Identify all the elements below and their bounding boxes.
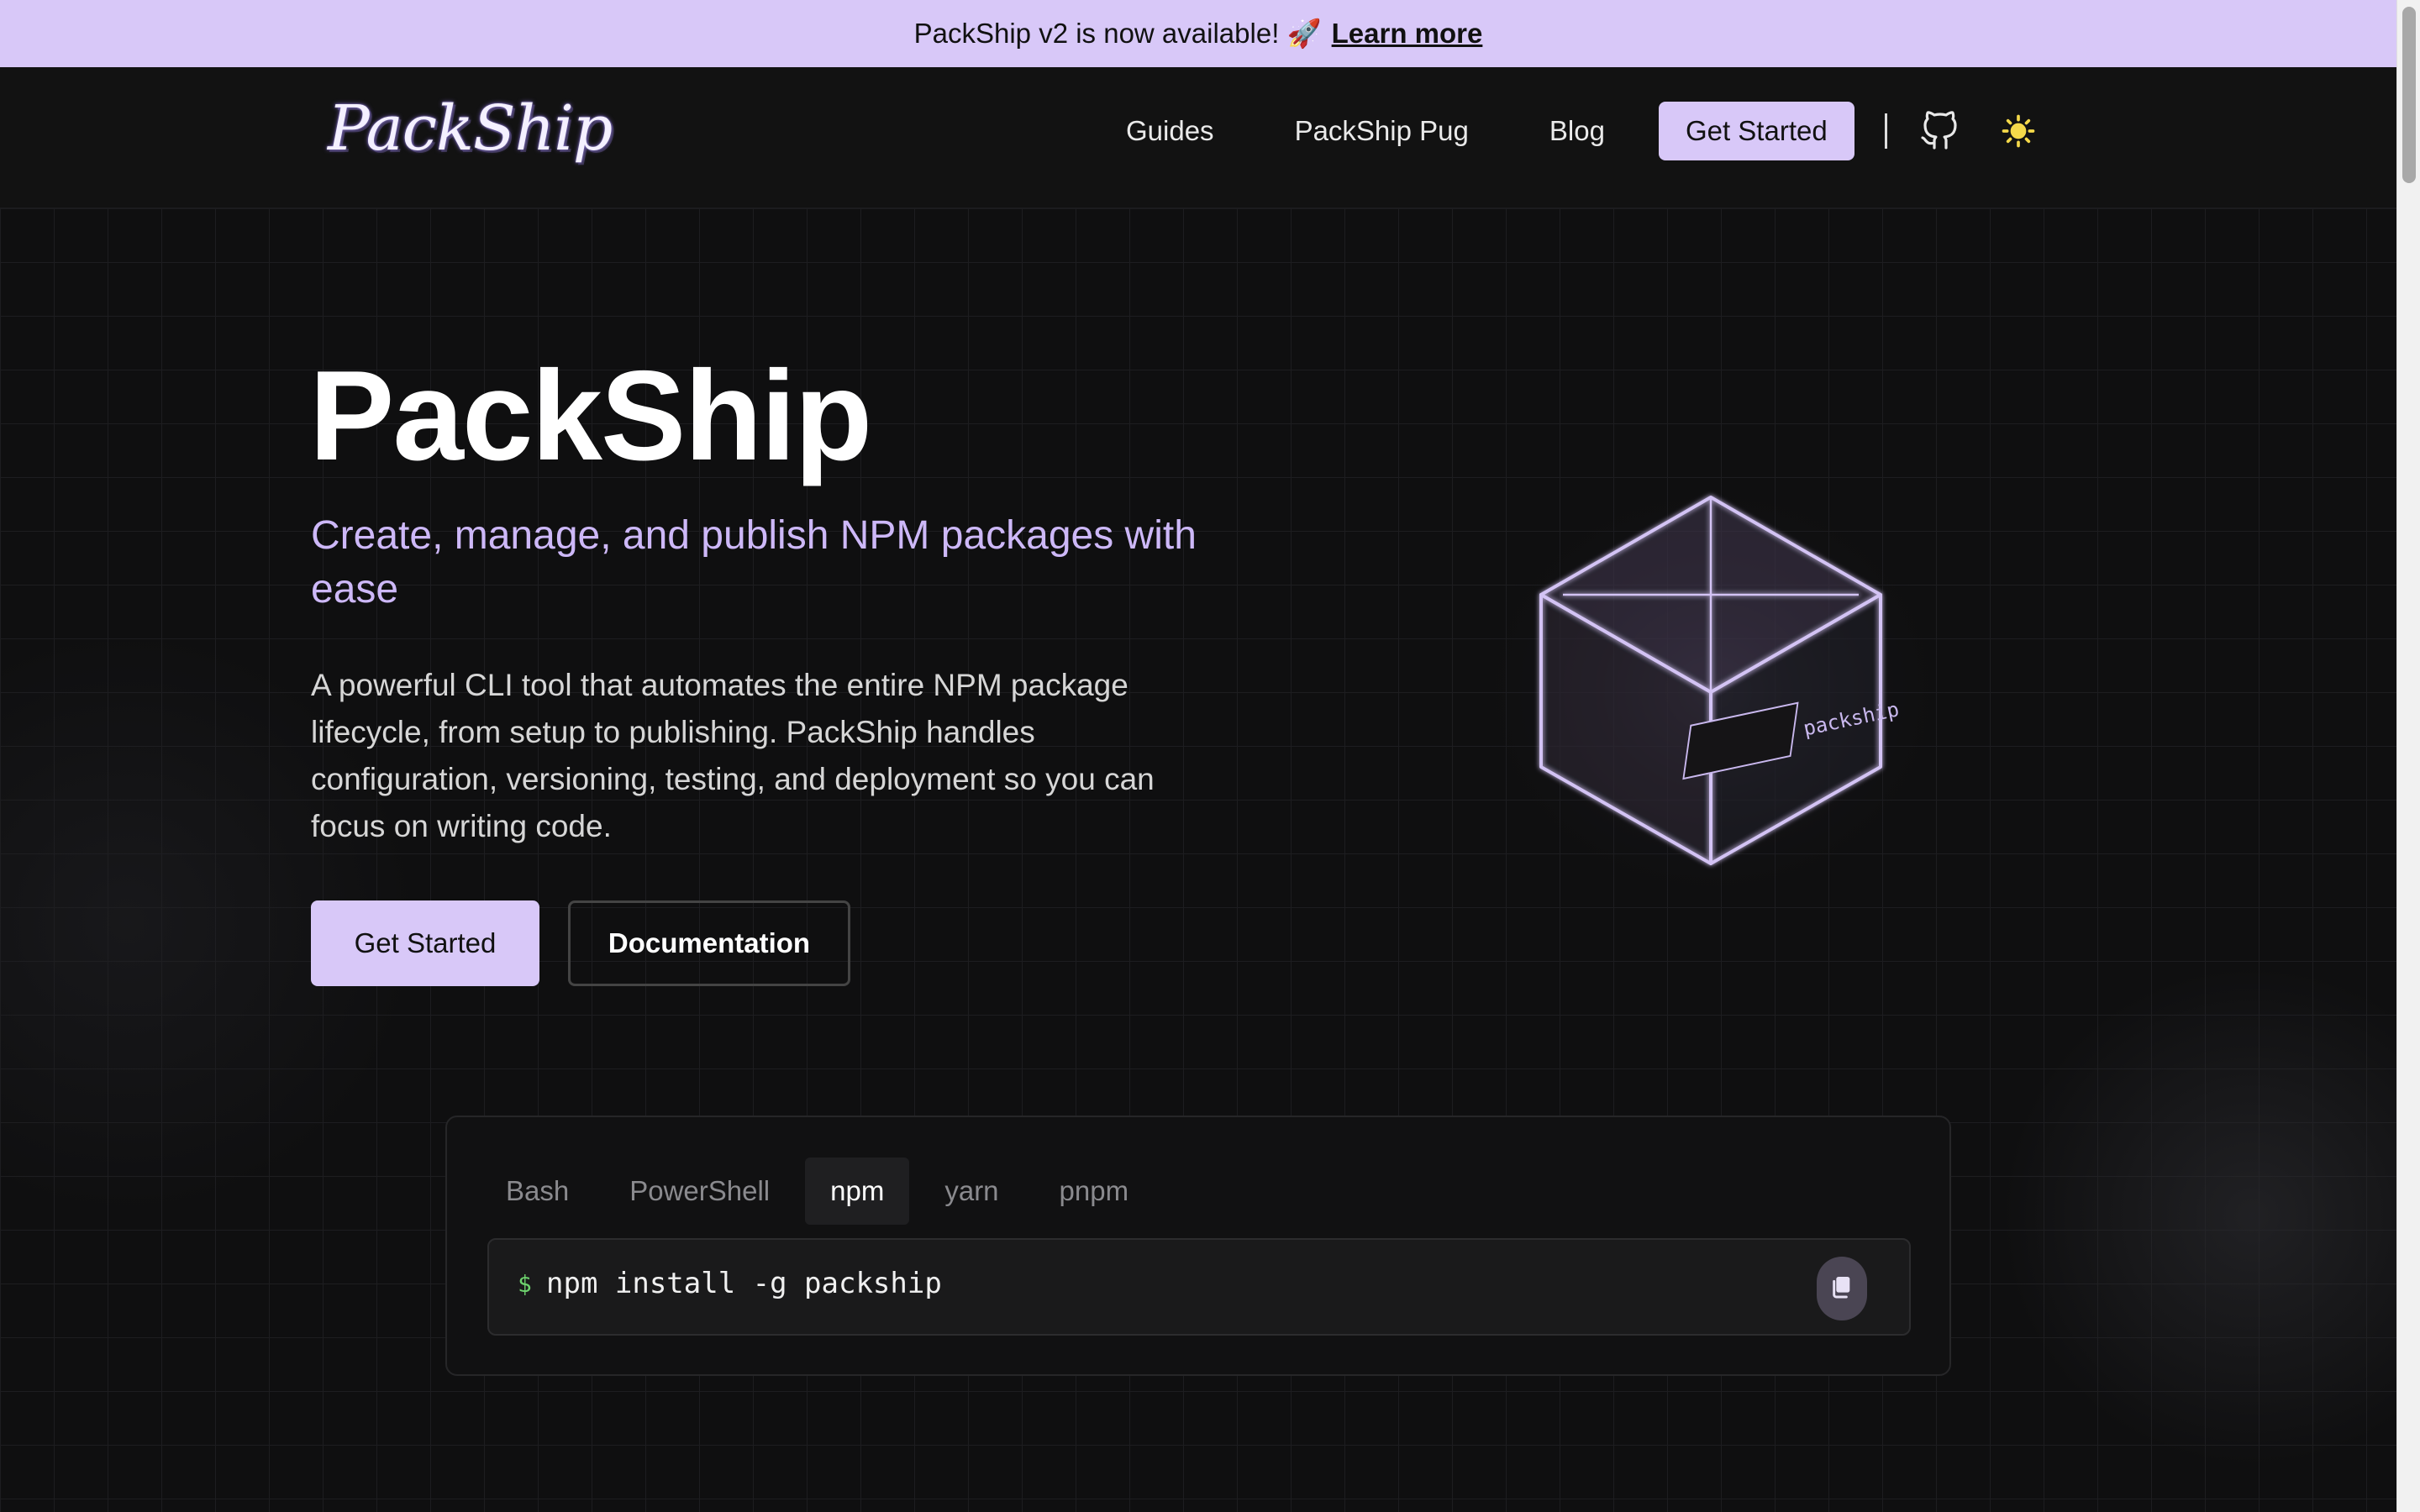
nav-links: Guides PackShip Pug Blog Get Started [1126,101,2035,161]
logo[interactable]: PackShip [328,92,613,165]
learn-more-link[interactable]: Learn more [1332,18,1483,50]
nav-link-blog[interactable]: Blog [1549,115,1605,147]
announcement-bar: PackShip v2 is now available! 🚀 Learn mo… [0,0,2396,67]
github-icon[interactable] [1919,111,1960,151]
background-glow [2000,964,2396,1468]
hero-title: PackShip [309,344,872,487]
top-nav: PackShip Guides PackShip Pug Blog Get St… [0,67,2396,208]
tab-pnpm[interactable]: pnpm [1034,1158,1155,1225]
scrollbar-thumb[interactable] [2402,7,2416,183]
documentation-button[interactable]: Documentation [568,900,850,986]
command-prompt: $ [518,1270,532,1298]
nav-link-guides[interactable]: Guides [1126,115,1214,147]
nav-get-started-button[interactable]: Get Started [1658,102,1854,160]
command-box: $ npm install -g packship [487,1238,1911,1336]
tab-bash[interactable]: Bash [481,1158,594,1225]
hero-description: A powerful CLI tool that automates the e… [311,668,1155,843]
tab-yarn[interactable]: yarn [919,1158,1023,1225]
page: PackShip v2 is now available! 🚀 Learn mo… [0,0,2420,1512]
get-started-button[interactable]: Get Started [311,900,539,986]
hero-subtitle: Create, manage, and publish NPM packages… [311,513,1197,612]
copy-button[interactable] [1817,1257,1867,1320]
scrollbar[interactable] [2396,0,2420,1512]
announcement-text: PackShip v2 is now available! 🚀 [913,17,1322,49]
package-box-illustration: packship [1469,473,1983,914]
tab-npm[interactable]: npm [805,1158,910,1225]
nav-link-packship-pug[interactable]: PackShip Pug [1295,115,1469,147]
nav-divider [1884,113,1887,149]
sun-icon[interactable] [2002,114,2035,148]
hero-section: PackShip Create, manage, and publish NPM… [0,208,2396,1512]
install-panel: Bash PowerShell npm yarn pnpm $ npm inst… [445,1116,1951,1376]
copy-icon [1828,1273,1855,1305]
tab-powershell[interactable]: PowerShell [604,1158,795,1225]
install-tabs: Bash PowerShell npm yarn pnpm [481,1158,1154,1225]
install-command[interactable]: npm install -g packship [546,1267,942,1300]
